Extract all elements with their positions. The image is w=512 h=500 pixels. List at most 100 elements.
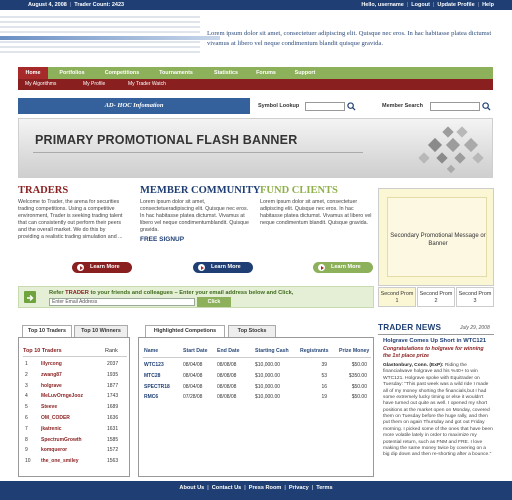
trader-rank: 2037 <box>107 361 119 367</box>
competition-start-date: 08/04/08 <box>183 372 203 379</box>
trader-name-link[interactable]: SpectrumGrowth <box>41 437 82 443</box>
promo-tab-1[interactable]: Second Prom 1 <box>378 287 416 307</box>
logout-link[interactable]: Logout <box>411 2 430 8</box>
member-community-text: Lorem ipsum dolor sit amet, consectetuer… <box>140 199 249 233</box>
competition-end-date: 08/08/08 <box>217 394 237 401</box>
refer-email-input[interactable]: Enter Email Address <box>49 298 195 306</box>
trader-name-link[interactable]: OM_CODER <box>41 415 70 421</box>
footer-about-link[interactable]: About Us <box>179 485 204 491</box>
competition-registrants: 39 <box>321 362 327 368</box>
competition-name-link[interactable]: WTC123 <box>144 362 164 368</box>
header: Lorem ipsum dolor sit amet, consectetuer… <box>0 10 512 66</box>
news-body-text: Riding the financialwave holgrave and hi… <box>383 363 493 458</box>
help-link[interactable]: Help <box>482 2 494 8</box>
update-profile-link[interactable]: Update Profile <box>437 2 474 8</box>
news-dateline: Glastonbury, Conn. (ExP): <box>383 363 444 368</box>
footer-contact-link[interactable]: Contact Us <box>212 485 242 491</box>
competition-name-link[interactable]: MTC28 <box>144 373 160 379</box>
fund-clients-text: Lorem ipsum dolor sit amet, consectetuer… <box>260 199 372 226</box>
trader-rank: 1877 <box>107 382 119 389</box>
trader-name-link[interactable]: jkatrenic <box>41 426 62 432</box>
news-divider <box>378 334 494 335</box>
trader-rank: 1585 <box>107 436 119 443</box>
free-signup-link[interactable]: FREE SIGNUP <box>140 236 184 243</box>
trader-name-link[interactable]: holgrave <box>41 383 62 389</box>
competitions-panel: Name Start Date End Date Starting Cash Regis… <box>138 337 374 477</box>
competition-name-link[interactable]: RMC6 <box>144 394 158 400</box>
trader-number: 2 <box>25 371 28 378</box>
banner-divider <box>33 152 363 153</box>
sub-nav: My Algorithms My Profile My Trader Watch <box>18 79 493 90</box>
competition-end-date: 08/08/08 <box>217 383 237 390</box>
nav-support[interactable]: Support <box>286 67 324 79</box>
fund-clients-learn-more-button[interactable]: Learn More <box>313 262 373 273</box>
competition-starting-cash: $10,000.00 <box>255 394 281 401</box>
nav-forums[interactable]: Forums <box>250 67 282 79</box>
footer-terms-link[interactable]: Terms <box>316 485 332 491</box>
symbol-search-icon[interactable] <box>347 102 356 111</box>
trader-name-link[interactable]: MeLuvOrngeJooz <box>41 393 83 399</box>
competition-name-link[interactable]: SPECTR18 <box>144 384 170 390</box>
competition-starting-cash: $10,000.00 <box>255 372 281 379</box>
nav-statistics[interactable]: Statistics <box>206 67 246 79</box>
secondary-promo-box[interactable]: Secondary Promotional Message or Banner <box>378 188 494 286</box>
news-headline[interactable]: Holgrave Comes Up Short in WTC121 <box>383 338 486 344</box>
competition-start-date: 07/28/08 <box>183 394 203 401</box>
top-bar: August 4, 2008 | Trader Count: 2423 Hello,… <box>0 0 512 10</box>
member-search-label: Member Search <box>382 103 423 109</box>
footer: About Us | Contact Us | Press Room | Privacy | T… <box>0 481 512 500</box>
refer-brand: TRADER <box>65 290 89 296</box>
trader-number: 4 <box>25 393 28 400</box>
subnav-my-trader-watch[interactable]: My Trader Watch <box>128 79 166 90</box>
column-header-starting-cash: Starting Cash <box>255 348 289 354</box>
trader-rank: 1631 <box>107 425 119 432</box>
promo-flash-banner[interactable]: PRIMARY PROMOTIONAL FLASH BANNER <box>18 118 493 178</box>
trader-name-link[interactable]: lilyrcong <box>41 361 62 367</box>
member-search-icon[interactable] <box>482 102 491 111</box>
competition-starting-cash: $10,000.00 <box>255 362 281 368</box>
secondary-promo-inner: Secondary Promotional Message or Banner <box>387 197 487 277</box>
tab-top-10-winners[interactable]: Top 10 Winners <box>74 325 128 337</box>
traders-learn-more-button[interactable]: Learn More <box>72 262 132 273</box>
banner-title: PRIMARY PROMOTIONAL FLASH BANNER <box>35 133 298 147</box>
nav-competitions[interactable]: Competitions <box>97 67 147 79</box>
tab-top-10-traders[interactable]: Top 10 Traders <box>22 325 72 337</box>
nav-portfolios[interactable]: Portfolios <box>52 67 92 79</box>
competition-registrants: 53 <box>321 372 327 379</box>
tab-top-stocks[interactable]: Top Stocks <box>228 325 276 337</box>
community-learn-more-button[interactable]: Learn More <box>193 262 253 273</box>
adhoc-info-bar[interactable]: AD- HOC Infomation <box>18 98 250 114</box>
refer-text: Refer TRADER to your friends and colleag… <box>49 290 294 296</box>
promo-tab-3[interactable]: Second Prom 3 <box>456 287 494 307</box>
nav-tournaments[interactable]: Tournaments <box>152 67 200 79</box>
trader-rank: 1935 <box>107 371 119 378</box>
competition-end-date: 08/08/08 <box>217 372 237 379</box>
arrow-right-icon <box>198 264 205 271</box>
trader-rank: 1689 <box>107 404 119 411</box>
symbol-lookup-label: Symbol Lookup <box>258 103 300 109</box>
trader-number: 9 <box>25 447 28 454</box>
traders-text: Welcome to Trader, the arena for securit… <box>18 199 123 240</box>
trader-name-link[interactable]: komqueror <box>41 447 67 453</box>
subnav-my-profile[interactable]: My Profile <box>83 79 105 90</box>
trader-name-link[interactable]: the_one_smiley <box>41 458 79 464</box>
refer-click-button[interactable]: Click <box>197 297 231 307</box>
trader-count: Trader Count: 2423 <box>74 2 125 8</box>
promo-tab-2[interactable]: Second Prom 2 <box>417 287 455 307</box>
symbol-lookup-input[interactable] <box>305 102 345 111</box>
header-swoosh <box>0 36 220 40</box>
news-body: Glastonbury, Conn. (ExP): Riding the fin… <box>383 363 493 459</box>
trader-number: 8 <box>25 436 28 443</box>
nav-home[interactable]: Home <box>18 67 48 79</box>
competition-start-date: 08/04/08 <box>183 362 203 368</box>
fund-clients-title: FUND CLIENTS <box>260 185 338 196</box>
trader-name-link[interactable]: zwang87 <box>41 372 62 378</box>
subnav-my-algorithms[interactable]: My Algorithms <box>25 79 56 90</box>
tab-highlighted-competitions[interactable]: Highlighted Competions <box>145 325 225 337</box>
footer-privacy-link[interactable]: Privacy <box>289 485 309 491</box>
trader-name-link[interactable]: Steeve <box>41 404 57 410</box>
footer-press-link[interactable]: Press Room <box>249 485 282 491</box>
member-search-input[interactable] <box>430 102 480 111</box>
secondary-promo-tabs: Second Prom 1 Second Prom 2 Second Prom … <box>378 287 494 307</box>
arrow-right-icon <box>318 264 325 271</box>
